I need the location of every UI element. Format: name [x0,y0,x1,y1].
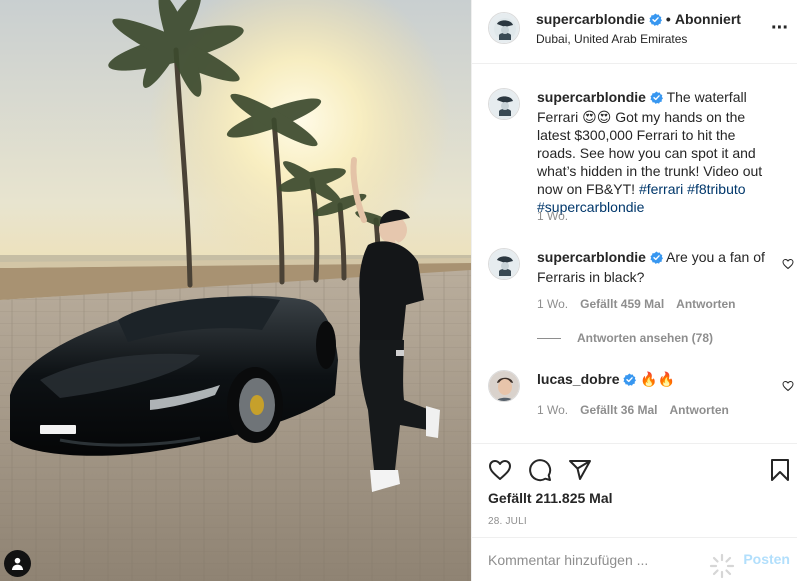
user-tag-icon[interactable] [4,550,31,577]
comments-list[interactable]: supercarblondie The waterfall Ferrari 😍😍… [472,65,797,443]
share-icon[interactable] [566,456,594,484]
comment-like-count[interactable]: Gefällt 36 Mal [580,403,657,417]
comment-like-count[interactable]: Gefällt 459 Mal [580,297,664,311]
comment-text: supercarblondie Are you a fan of Ferrari… [537,248,777,286]
comment-age[interactable]: 1 Wo. [537,297,568,311]
comment-meta: 1 Wo. Gefällt 459 Mal Antworten [537,297,748,311]
caption-age[interactable]: 1 Wo. [537,209,568,223]
ferrari-photo-image [0,0,471,581]
bookmark-icon[interactable] [766,456,794,484]
like-count[interactable]: Gefällt 211.825 Mal [488,490,613,506]
verified-badge-icon [650,90,663,108]
post-comment-button[interactable]: Posten [743,551,790,567]
post-photo[interactable] [0,0,471,581]
heart-icon[interactable] [486,456,514,484]
follow-status-button[interactable]: Abonniert [675,11,741,27]
post-date[interactable]: 28. JULI [488,516,527,527]
username-link[interactable]: lucas_dobre [537,371,619,387]
comment-age[interactable]: 1 Wo. [537,403,568,417]
replies-divider [537,337,561,339]
avatar[interactable] [488,370,520,402]
view-replies-label: Antworten ansehen (78) [577,331,714,345]
username-row: supercarblondie • Abonniert [536,11,741,29]
post-actions: Gefällt 211.825 Mal 28. JULI [472,443,797,537]
username-link[interactable]: supercarblondie [537,89,646,105]
loading-spinner-icon [709,553,735,579]
verified-badge-icon [649,13,662,29]
comment-composer: Posten [472,537,797,581]
comment-body: 🔥🔥 [640,371,676,387]
post-header: supercarblondie • Abonniert Dubai, United … [472,0,797,64]
comment-icon[interactable] [526,456,554,484]
instagram-post-view: supercarblondie • Abonniert Dubai, United … [0,0,797,581]
post-details-panel: supercarblondie • Abonniert Dubai, United … [471,0,797,581]
separator-dot: • [665,11,671,27]
verified-badge-icon [623,372,637,390]
avatar[interactable] [488,12,520,44]
more-horizontal-icon[interactable]: ··· [771,18,789,38]
comment-like-heart-icon[interactable] [782,380,794,392]
comment-text: lucas_dobre 🔥🔥 [537,370,777,390]
username-link[interactable]: supercarblondie [537,249,646,265]
view-replies-button[interactable]: Antworten ansehen (78) [537,331,713,345]
comment-like-heart-icon[interactable] [782,258,794,270]
caption-text: supercarblondie The waterfall Ferrari 😍😍… [537,88,777,216]
comment-meta: 1 Wo. Gefällt 36 Mal Antworten [537,403,741,417]
reply-button[interactable]: Antworten [670,403,729,417]
avatar[interactable] [488,248,520,280]
reply-button[interactable]: Antworten [676,297,735,311]
avatar[interactable] [488,88,520,120]
caption-meta: 1 Wo. [537,209,580,223]
username-link[interactable]: supercarblondie [536,11,645,27]
verified-badge-icon [650,250,663,268]
comment-input[interactable] [488,538,698,581]
location-link[interactable]: Dubai, United Arab Emirates [536,32,687,46]
